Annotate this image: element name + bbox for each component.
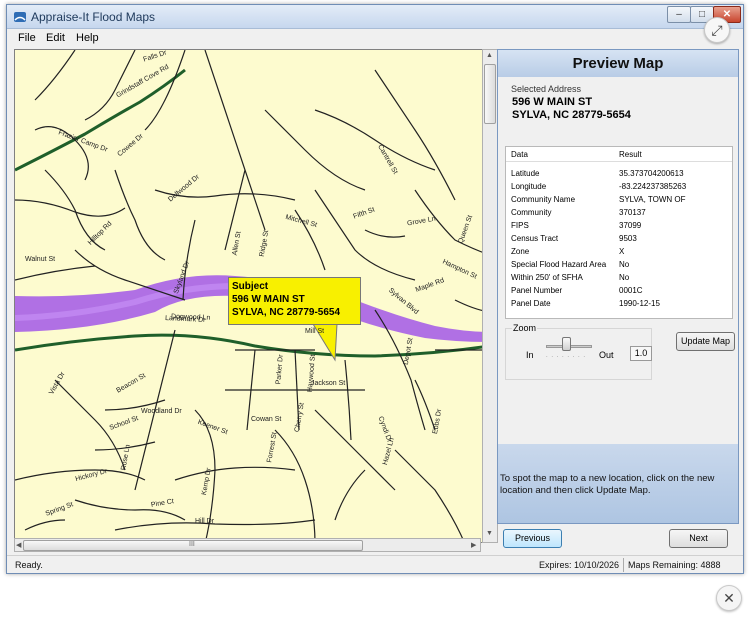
menu-bar: File Edit Help [7, 30, 743, 48]
subject-callout: Subject 596 W MAIN ST SYLVA, NC 28779-56… [228, 277, 361, 325]
table-row[interactable]: Community Name SYLVA, TOWN OF [506, 193, 732, 206]
street-label: Mill St [305, 328, 325, 335]
window-title: Appraise-It Flood Maps [31, 10, 156, 24]
menu-edit[interactable]: Edit [46, 32, 65, 44]
row-value: 35.373704200613 [619, 169, 684, 178]
previous-button[interactable]: Previous [503, 529, 562, 548]
callout-address-line1: 596 W MAIN ST [232, 294, 305, 305]
status-ready: Ready. [15, 560, 43, 570]
row-name: Zone [511, 247, 530, 256]
table-row[interactable]: Panel Number 0001C [506, 284, 732, 297]
table-row[interactable]: Panel Date 1990-12-15 [506, 297, 732, 310]
panel-title: Preview Map [498, 50, 738, 77]
row-value: 9503 [619, 234, 637, 243]
row-value: 370137 [619, 208, 646, 217]
preview-panel: Preview Map Selected Address 596 W MAIN … [497, 49, 739, 524]
street-label: Walnut St [25, 256, 56, 263]
title-bar: Appraise-It Flood Maps – □ ✕ [7, 5, 743, 29]
next-button[interactable]: Next [669, 529, 728, 548]
table-row[interactable]: Zone X [506, 245, 732, 258]
row-value: X [619, 247, 625, 256]
zoom-out-label: Out [599, 350, 614, 360]
info-text: To spot the map to a new location, click… [500, 473, 715, 496]
row-value: -83.224237385263 [619, 182, 687, 191]
row-name: Longitude [511, 182, 547, 191]
info-box: To spot the map to a new location, click… [498, 444, 738, 523]
street-label: Jackson St [311, 380, 346, 387]
table-row[interactable]: Longitude -83.224237385263 [506, 180, 732, 193]
status-bar: Ready. Expires: 10/10/2026 Maps Remainin… [7, 555, 743, 573]
zoom-group: Zoom In . . . . . . . . Out 1.0 [505, 323, 652, 380]
row-name: Within 250' of SFHA [511, 273, 583, 282]
results-table: Data Result Latitude 35.373704200613 Long… [505, 146, 733, 319]
table-row[interactable]: Latitude 35.373704200613 [506, 167, 732, 180]
row-value: 0001C [619, 286, 643, 295]
app-logo-icon [14, 12, 26, 22]
row-name: Census Tract [511, 234, 559, 243]
row-value: 37099 [619, 221, 642, 230]
status-separator [623, 558, 624, 572]
column-header-result: Result [619, 150, 642, 159]
zoom-slider-thumb[interactable] [562, 337, 571, 351]
row-value: No [619, 273, 630, 282]
table-row[interactable]: Community 370137 [506, 206, 732, 219]
row-name: Latitude [511, 169, 540, 178]
scroll-right-icon[interactable]: ▶ [471, 541, 476, 549]
row-name: Panel Date [511, 299, 551, 308]
address-line2: SYLVA, NC 28779-5654 [512, 109, 631, 121]
street-label: Dogwood Ln [170, 313, 211, 322]
row-name: Community Name [511, 195, 576, 204]
callout-address-line2: SYLVA, NC 28779-5654 [232, 307, 341, 318]
street-label: Cowan St [251, 416, 282, 423]
status-expires: Expires: 10/10/2026 [539, 560, 620, 570]
map-vertical-scrollbar[interactable]: ▲ ▼ [482, 49, 498, 543]
zoom-value: 1.0 [630, 346, 652, 361]
scroll-down-icon[interactable]: ▼ [486, 530, 493, 537]
menu-file[interactable]: File [18, 32, 36, 44]
expand-icon[interactable]: ⤢ [704, 17, 730, 43]
column-header-data: Data [511, 150, 528, 159]
row-value: SYLVA, TOWN OF [619, 195, 686, 204]
map-horizontal-scrollbar[interactable]: ◀ III ▶ [14, 538, 481, 552]
row-name: FIPS [511, 221, 529, 230]
update-map-button[interactable]: Update Map [676, 332, 735, 351]
zoom-title: Zoom [512, 323, 538, 333]
scroll-left-icon[interactable]: ◀ [16, 541, 21, 549]
row-name: Special Flood Hazard Area [511, 260, 607, 269]
table-row[interactable]: Special Flood Hazard Area No [506, 258, 732, 271]
flood-map[interactable]: Falls Dr Grindstaff Cove Rd Frazier Camp… [14, 49, 489, 543]
menu-help[interactable]: Help [76, 32, 99, 44]
scroll-up-icon[interactable]: ▲ [486, 52, 493, 59]
minimize-button[interactable]: – [667, 6, 691, 23]
scroll-thumb[interactable]: III [23, 540, 363, 551]
callout-label: Subject [232, 281, 269, 292]
scroll-grip: III [189, 541, 195, 548]
table-row[interactable]: Census Tract 9503 [506, 232, 732, 245]
zoom-in-label: In [526, 350, 534, 360]
row-value: No [619, 260, 630, 269]
app-window: Appraise-It Flood Maps – □ ✕ File Edit H… [6, 4, 744, 574]
scroll-thumb[interactable] [484, 64, 496, 124]
row-name: Panel Number [511, 286, 563, 295]
street-label: Woodland Dr [141, 408, 182, 415]
row-name: Community [511, 208, 552, 217]
table-row[interactable]: FIPS 37099 [506, 219, 732, 232]
address-line1: 596 W MAIN ST [512, 96, 593, 108]
table-row[interactable]: Within 250' of SFHA No [506, 271, 732, 284]
close-overlay-icon[interactable]: ✕ [716, 585, 742, 611]
street-label: Hill Dr [195, 518, 215, 525]
selected-address-label: Selected Address [511, 84, 582, 94]
row-value: 1990-12-15 [619, 299, 660, 308]
table-header: Data Result [506, 147, 732, 162]
zoom-slider-ticks: . . . . . . . . [546, 353, 587, 359]
status-maps-remaining: Maps Remaining: 4888 [628, 560, 721, 570]
